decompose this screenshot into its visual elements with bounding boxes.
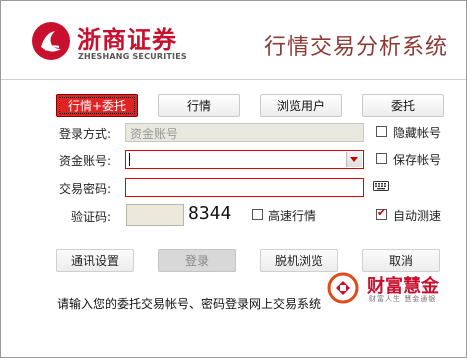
account-input[interactable] [125,150,364,169]
captcha-input[interactable] [126,204,184,226]
account-label: 资金账号: [58,154,111,168]
partner-slogan: 财富人生 慧金通银 [369,295,437,303]
login-window: 浙商证券 ZHESHANG SECURITIES 行情交易分析系统 行情+委托 … [0,0,467,358]
text-cursor [129,153,130,166]
password-label: 交易密码: [58,182,111,196]
tab-trade[interactable]: 委托 [362,94,444,117]
button-label: 取消 [388,254,413,268]
save-account-label: 保存帐号 [393,153,442,167]
header-divider [1,79,466,80]
save-account-checkbox[interactable] [376,153,387,164]
chevron-down-icon[interactable] [346,152,362,167]
tab-label: 浏览用户 [276,99,325,113]
auto-speedtest-label: 自动测速 [393,209,442,223]
comm-settings-button[interactable]: 通讯设置 [56,249,134,272]
button-label: 登录 [184,254,209,268]
login-mode-label: 登录方式: [58,127,111,141]
brand-name: 浙商证券 [77,26,177,54]
tab-browse-user[interactable]: 浏览用户 [260,94,342,117]
caifu-logo-icon [327,272,359,304]
zheshang-logo-icon [32,22,70,60]
tab-label: 行情 [186,99,211,113]
tab-quote[interactable]: 行情 [158,94,240,117]
cancel-button[interactable]: 取消 [362,249,440,272]
tab-label: 行情+委托 [67,99,127,113]
hide-account-label: 隐藏帐号 [393,126,442,140]
hide-account-checkbox[interactable] [376,126,387,137]
auto-speedtest-checkbox[interactable] [376,206,387,220]
tab-label: 委托 [390,99,415,113]
button-label: 通讯设置 [70,254,119,268]
tab-quote-trade[interactable]: 行情+委托 [56,94,138,117]
captcha-label: 验证码: [70,210,111,224]
app-title: 行情交易分析系统 [263,35,448,60]
captcha-image[interactable]: 8344 [188,203,231,224]
brand-name-en: ZHESHANG SECURITIES [78,52,187,61]
keyboard-icon[interactable] [373,181,389,191]
login-hint: 请输入您的委托交易帐号、密码登录网上交易系统 [57,297,322,311]
password-input[interactable] [125,178,364,197]
offline-browse-button[interactable]: 脱机浏览 [260,249,338,272]
fast-quote-label: 高速行情 [268,209,317,223]
fast-quote-checkbox[interactable] [252,209,263,220]
login-mode-field: 资金账号 [125,123,364,142]
login-mode-value: 资金账号 [130,127,179,141]
login-button[interactable]: 登录 [158,249,236,272]
button-label: 脱机浏览 [274,254,323,268]
